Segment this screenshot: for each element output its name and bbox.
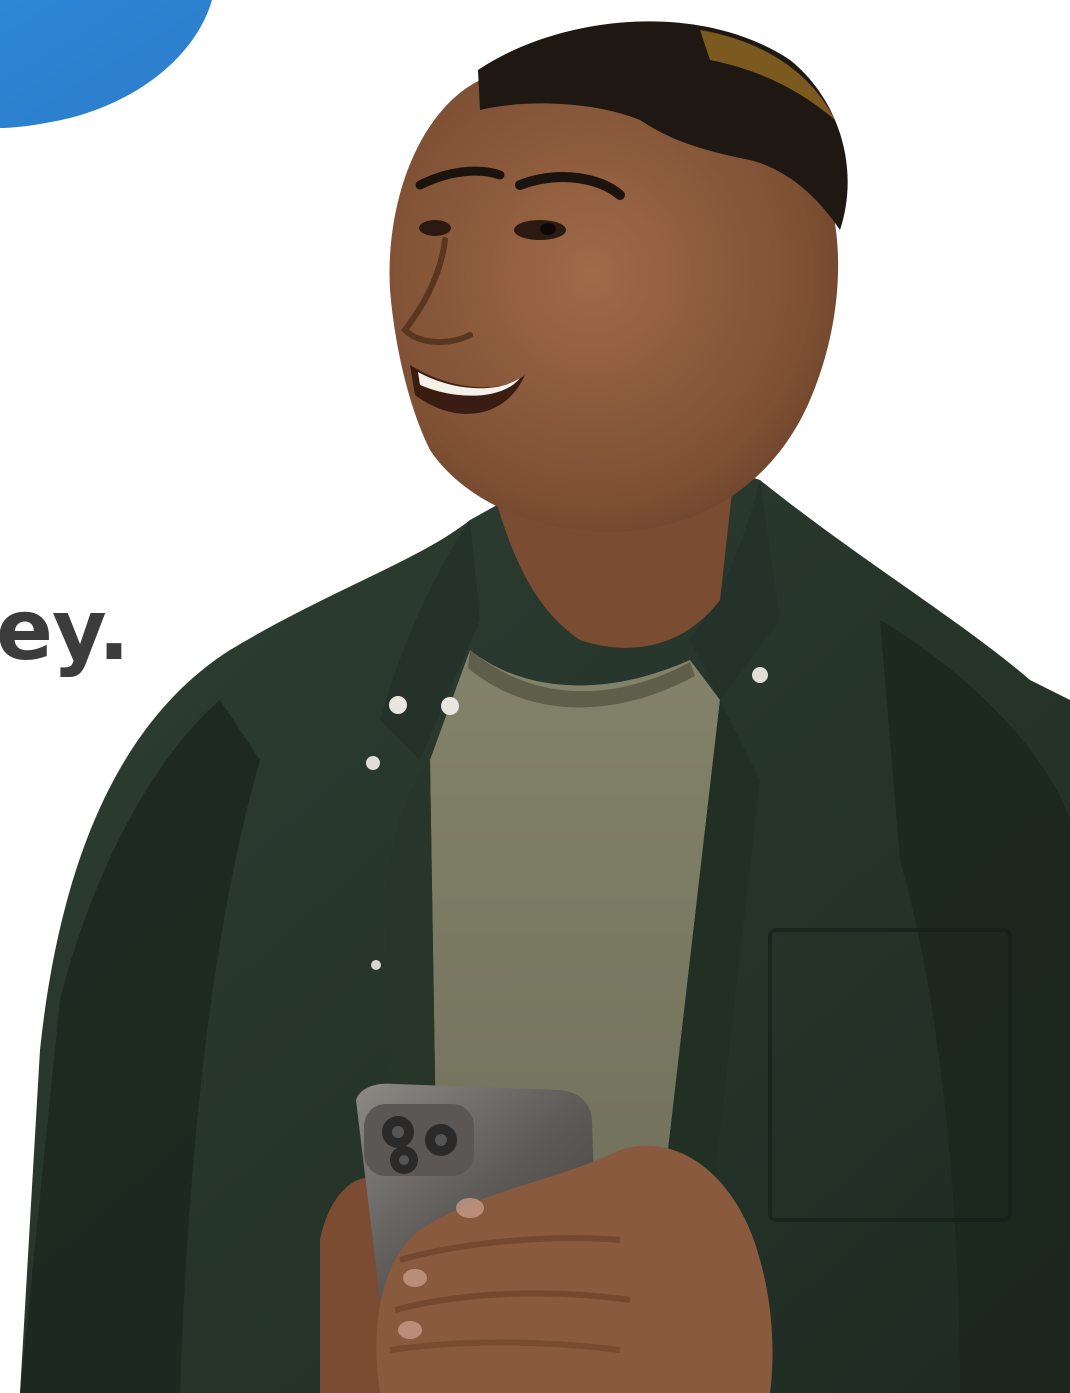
- shirt-button: [389, 696, 407, 714]
- head: [389, 21, 848, 532]
- phone-camera-module: [364, 1104, 474, 1176]
- shirt-button: [441, 697, 459, 715]
- headline-fragment: ey.: [0, 581, 130, 679]
- shirt-button: [371, 960, 381, 970]
- hero-section: ey.: [0, 0, 1070, 1393]
- person-with-phone-photo: [20, 21, 1070, 1393]
- shirt-button: [366, 756, 380, 770]
- shirt-button: [752, 667, 768, 683]
